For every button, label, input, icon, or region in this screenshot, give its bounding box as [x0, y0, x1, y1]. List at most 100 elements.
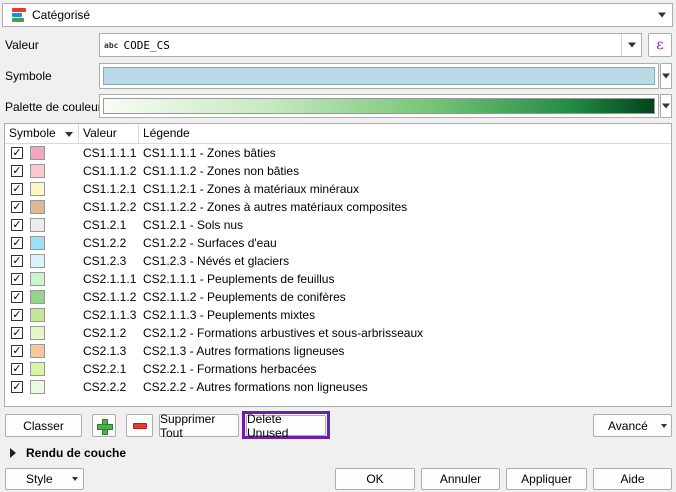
row-value: CS1.1.1.2 — [83, 164, 137, 178]
row-legend: CS2.2.2 - Autres formations non ligneuse… — [143, 380, 368, 394]
row-symbol-swatch[interactable] — [30, 326, 45, 340]
expression-button[interactable]: ε — [648, 33, 672, 57]
row-checkbox[interactable]: ✓ — [11, 219, 23, 231]
symbol-button[interactable] — [99, 63, 659, 89]
style-label: Style — [26, 472, 53, 486]
field-dropdown-button[interactable] — [621, 34, 641, 56]
row-symbol-swatch[interactable] — [30, 200, 45, 214]
row-checkbox[interactable]: ✓ — [11, 327, 23, 339]
classer-button[interactable]: Classer — [5, 414, 82, 437]
table-row[interactable]: ✓ CS1.1.2.2 CS1.1.2.2 - Zones à autres mat… — [5, 198, 671, 216]
row-value: CS2.1.1.3 — [83, 308, 137, 322]
table-row[interactable]: ✓ CS2.1.1.3 CS2.1.1.3 - Peuplements mixtes — [5, 306, 671, 324]
table-row[interactable]: ✓ CS2.1.1.1 CS2.1.1.1 - Peuplements de feu… — [5, 270, 671, 288]
table-row[interactable]: ✓ CS1.1.2.1 CS1.1.2.1 - Zones à matériaux … — [5, 180, 671, 198]
delete-unused-button[interactable]: Delete Unused — [246, 412, 326, 440]
row-value: CS1.1.1.1 — [83, 146, 137, 160]
row-checkbox[interactable]: ✓ — [11, 345, 23, 357]
row-checkbox[interactable]: ✓ — [11, 363, 23, 375]
row-legend: CS1.1.1.2 - Zones non bâties — [143, 164, 300, 178]
row-symbol-swatch[interactable] — [30, 362, 45, 376]
row-symbol-swatch[interactable] — [30, 290, 45, 304]
row-legend: CS2.1.1.1 - Peuplements de feuillus — [143, 272, 335, 286]
symbole-label: Symbole — [5, 69, 52, 83]
row-symbol-swatch[interactable] — [30, 182, 45, 196]
color-ramp-button[interactable] — [99, 94, 659, 118]
table-row[interactable]: ✓ CS1.2.3 CS1.2.3 - Névés et glaciers — [5, 252, 671, 270]
color-ramp-dropdown-button[interactable] — [660, 94, 672, 118]
row-symbol-swatch[interactable] — [30, 380, 45, 394]
renderer-combo[interactable]: Catégorisé — [2, 3, 673, 27]
row-checkbox[interactable]: ✓ — [11, 291, 23, 303]
header-symbole[interactable]: Symbole — [5, 124, 79, 144]
row-legend: CS1.2.1 - Sols nus — [143, 218, 244, 232]
aide-button[interactable]: Aide — [593, 468, 672, 490]
minus-icon — [132, 422, 147, 429]
row-symbol-swatch[interactable] — [30, 272, 45, 286]
row-checkbox[interactable]: ✓ — [11, 381, 23, 393]
annuler-button[interactable]: Annuler — [421, 468, 500, 490]
row-legend: CS2.1.2 - Formations arbustives et sous-… — [143, 326, 424, 340]
color-ramp-preview — [103, 98, 655, 114]
chevron-down-icon — [662, 73, 670, 79]
table-body: ✓ CS1.1.1.1 CS1.1.1.1 - Zones bâties ✓ CS1.1… — [5, 144, 671, 396]
row-checkbox[interactable]: ✓ — [11, 309, 23, 321]
row-checkbox[interactable]: ✓ — [11, 183, 23, 195]
row-value: CS1.1.2.2 — [83, 200, 137, 214]
rendu-label: Rendu de couche — [26, 446, 127, 460]
row-legend: CS2.1.1.3 - Peuplements mixtes — [143, 308, 316, 322]
row-symbol-swatch[interactable] — [30, 218, 45, 232]
chevron-down-icon — [662, 103, 670, 109]
row-legend: CS1.1.2.2 - Zones à autres matériaux com… — [143, 200, 408, 214]
row-symbol-swatch[interactable] — [30, 308, 45, 322]
chevron-down-icon — [628, 42, 636, 48]
style-button[interactable]: Style — [5, 468, 84, 490]
row-legend: CS1.2.3 - Névés et glaciers — [143, 254, 290, 268]
row-symbol-swatch[interactable] — [30, 164, 45, 178]
table-row[interactable]: ✓ CS1.2.1 CS1.2.1 - Sols nus — [5, 216, 671, 234]
add-category-button[interactable] — [92, 414, 116, 437]
sort-down-icon — [65, 132, 73, 137]
row-checkbox[interactable]: ✓ — [11, 147, 23, 159]
rendu-de-couche-toggle[interactable]: Rendu de couche — [10, 446, 126, 460]
field-combo[interactable]: abc CODE_CS — [99, 33, 642, 57]
table-row[interactable]: ✓ CS2.1.1.2 CS2.1.1.2 - Peuplements de con… — [5, 288, 671, 306]
categories-table[interactable]: Symbole Valeur Légende ✓ CS1.1.1.1 CS1.1.1… — [4, 123, 672, 407]
row-value: CS2.2.2 — [83, 380, 127, 394]
chevron-down-icon — [661, 423, 667, 428]
palette-label: Palette de couleur — [5, 100, 102, 114]
valeur-label: Valeur — [5, 38, 39, 52]
row-symbol-swatch[interactable] — [30, 254, 45, 268]
header-legende[interactable]: Légende — [139, 124, 671, 144]
remove-category-button[interactable] — [126, 414, 153, 437]
row-checkbox[interactable]: ✓ — [11, 165, 23, 177]
plus-icon — [97, 418, 113, 435]
row-legend: CS1.1.2.1 - Zones à matériaux minéraux — [143, 182, 360, 196]
supprimer-tout-button[interactable]: Supprimer Tout — [159, 412, 239, 440]
table-row[interactable]: ✓ CS2.2.1 CS2.2.1 - Formations herbacées — [5, 360, 671, 378]
table-row[interactable]: ✓ CS2.1.2 CS2.1.2 - Formations arbustives … — [5, 324, 671, 342]
row-legend: CS2.2.1 - Formations herbacées — [143, 362, 317, 376]
avance-button[interactable]: Avancé — [593, 414, 672, 437]
row-value: CS2.1.3 — [83, 344, 127, 358]
symbol-dropdown-button[interactable] — [660, 63, 672, 89]
table-row[interactable]: ✓ CS1.2.2 CS1.2.2 - Surfaces d'eau — [5, 234, 671, 252]
appliquer-button[interactable]: Appliquer — [506, 468, 587, 490]
ok-button[interactable]: OK — [335, 468, 415, 490]
table-row[interactable]: ✓ CS1.1.1.2 CS1.1.1.2 - Zones non bâties — [5, 162, 671, 180]
row-symbol-swatch[interactable] — [30, 236, 45, 250]
table-header: Symbole Valeur Légende — [5, 124, 671, 144]
row-symbol-swatch[interactable] — [30, 344, 45, 358]
table-row[interactable]: ✓ CS2.2.2 CS2.2.2 - Autres formations non … — [5, 378, 671, 396]
row-value: CS1.2.1 — [83, 218, 127, 232]
avance-label: Avancé — [608, 418, 648, 433]
expand-arrow-icon — [10, 448, 16, 458]
row-checkbox[interactable]: ✓ — [11, 255, 23, 267]
table-row[interactable]: ✓ CS2.1.3 CS2.1.3 - Autres formations lign… — [5, 342, 671, 360]
row-checkbox[interactable]: ✓ — [11, 273, 23, 285]
table-row[interactable]: ✓ CS1.1.1.1 CS1.1.1.1 - Zones bâties — [5, 144, 671, 162]
row-checkbox[interactable]: ✓ — [11, 237, 23, 249]
header-valeur[interactable]: Valeur — [79, 124, 139, 144]
row-checkbox[interactable]: ✓ — [11, 201, 23, 213]
row-symbol-swatch[interactable] — [30, 146, 45, 160]
